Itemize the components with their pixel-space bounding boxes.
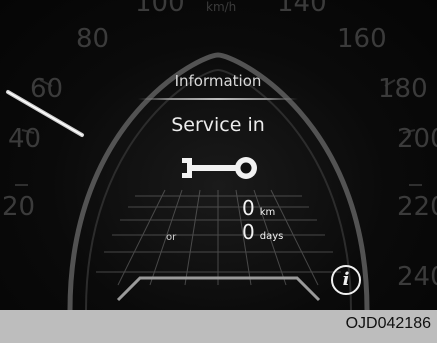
distance-unit: km <box>259 207 276 218</box>
instrument-cluster-display: 80 60 40 20 100 140 160 180 200 220 240 … <box>0 0 437 310</box>
days-unit: days <box>259 231 284 242</box>
distance-remaining: 0 km <box>242 196 275 220</box>
speed-label-180: 180 <box>378 74 428 104</box>
speed-label-240: 240 <box>397 262 437 292</box>
days-value: 0 <box>242 220 255 244</box>
speed-label-220: 220 <box>397 192 437 222</box>
title-divider <box>138 98 298 100</box>
info-icon: i <box>331 265 361 295</box>
speed-label-100: 100 <box>135 0 185 18</box>
speed-label-20: 20 <box>2 192 36 222</box>
service-heading: Service in <box>171 114 265 136</box>
image-caption: OJD042186 <box>345 315 431 332</box>
speed-label-140: 140 <box>277 0 327 18</box>
cluster-image: 80 60 40 20 100 140 160 180 200 220 240 … <box>0 0 437 343</box>
speed-unit-label: km/h <box>206 0 237 14</box>
days-remaining: 0 days <box>242 220 283 244</box>
information-panel: Information Service in 0 km or 0 days <box>88 20 348 310</box>
wrench-icon <box>182 157 257 179</box>
speed-label-60: 60 <box>30 74 64 104</box>
speed-label-200: 200 <box>397 124 437 154</box>
speed-label-40: 40 <box>8 124 42 154</box>
distance-value: 0 <box>242 196 255 220</box>
or-connector: or <box>166 232 177 243</box>
panel-title: Information <box>174 72 262 90</box>
